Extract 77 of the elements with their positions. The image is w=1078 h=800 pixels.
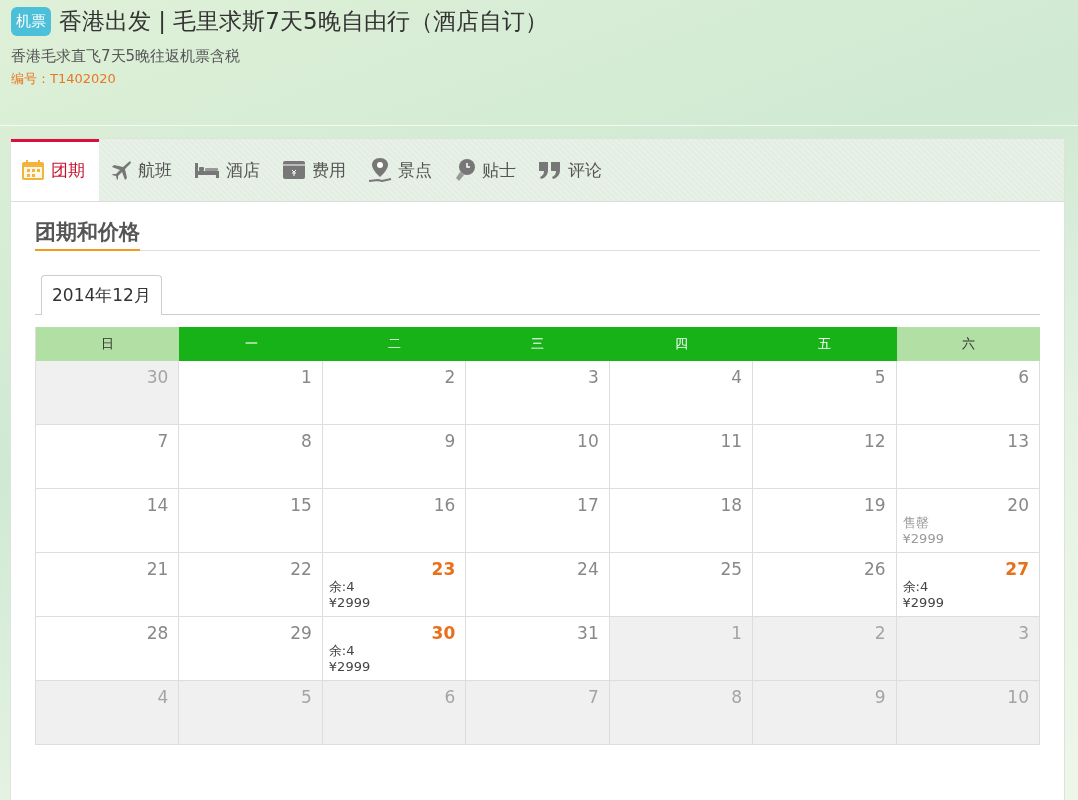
day-number: 17: [577, 495, 599, 515]
nav-tab[interactable]: 费用: [271, 139, 357, 201]
weekday-header: 五: [753, 327, 897, 361]
weekday-header: 四: [609, 327, 754, 361]
weekday-header: 三: [466, 327, 610, 361]
product-code: 编号：T1402020: [11, 70, 117, 88]
day-number: 7: [157, 431, 169, 451]
day-number: 8: [301, 431, 312, 451]
wallet-icon: [282, 160, 306, 180]
day-number: 13: [1007, 431, 1029, 451]
day-number: 2: [874, 623, 886, 643]
availability-text: 售罄: [902, 515, 930, 531]
nav-tab[interactable]: 评论: [527, 139, 613, 201]
day-number: 14: [146, 495, 169, 515]
day-number: 9: [444, 431, 456, 451]
day-number: 27: [1005, 559, 1029, 579]
nav-tab[interactable]: 酒店: [183, 139, 271, 201]
price-text: ¥2999: [902, 595, 945, 611]
day-number: 6: [444, 687, 456, 707]
day-number: 10: [1007, 687, 1029, 707]
day-number: 22: [290, 559, 312, 579]
nav-tab[interactable]: 贴士: [443, 139, 527, 201]
day-number: 12: [863, 431, 886, 451]
day-number: 21: [146, 559, 169, 579]
subtitle: 香港毛求直飞7天5晚往返机票含税: [11, 47, 242, 66]
day-number: 29: [290, 623, 312, 643]
price-text: ¥2999: [328, 595, 372, 611]
day-number: 8: [731, 687, 743, 707]
day-number: 30: [146, 367, 169, 387]
day-number: 19: [863, 495, 886, 515]
bed-icon: [194, 161, 220, 179]
day-number: 3: [1018, 623, 1029, 643]
day-number: 1: [301, 367, 312, 387]
day-number: 23: [431, 559, 456, 579]
section-title: 团期和价格: [35, 218, 140, 251]
availability-text: 余:4: [902, 579, 930, 595]
day-number: 5: [301, 687, 312, 707]
quote-icon: [538, 160, 562, 180]
price-text: ¥2999: [902, 531, 945, 547]
price-text: ¥2999: [328, 659, 372, 675]
location-pin-icon: [368, 157, 392, 183]
day-number: 30: [431, 623, 456, 643]
nav-tab[interactable]: 景点: [357, 139, 443, 201]
availability-text: 余:4: [328, 579, 356, 595]
day-number: 9: [874, 687, 886, 707]
day-number: 1: [731, 623, 743, 643]
category-badge: 机票: [11, 7, 51, 36]
day-number: 18: [720, 495, 743, 515]
day-number: 24: [577, 559, 599, 579]
page-title: 香港出发 | 毛里求斯7天5晚自由行（酒店自订）: [59, 7, 548, 36]
day-number: 6: [1018, 367, 1029, 387]
day-number: 10: [577, 431, 599, 451]
weekday-header: 二: [322, 327, 467, 361]
day-number: 5: [874, 367, 886, 387]
calendar-icon: [21, 159, 45, 181]
airplane-icon: [110, 159, 132, 181]
day-number: 11: [720, 431, 743, 451]
day-number: 31: [577, 623, 599, 643]
day-number: 16: [433, 495, 456, 515]
day-number: 4: [731, 367, 743, 387]
availability-text: 余:4: [328, 643, 356, 659]
weekday-header: 日: [36, 327, 180, 361]
day-number: 28: [146, 623, 169, 643]
weekday-header: 六: [896, 327, 1040, 361]
nav-tab[interactable]: 航班: [99, 139, 183, 201]
day-number: 20: [1007, 495, 1029, 515]
nav-tab[interactable]: 团期: [11, 139, 99, 201]
day-number: 2: [444, 367, 456, 387]
weekday-header: 一: [179, 327, 323, 361]
month-tab[interactable]: 2014年12月: [41, 275, 162, 315]
day-number: 3: [587, 367, 599, 387]
day-number: 4: [157, 687, 169, 707]
day-number: 26: [863, 559, 886, 579]
day-number: 15: [290, 495, 312, 515]
day-number: 7: [587, 687, 599, 707]
day-number: 25: [720, 559, 743, 579]
date-cell-available[interactable]: 23 余:4 ¥2999: [322, 553, 467, 617]
